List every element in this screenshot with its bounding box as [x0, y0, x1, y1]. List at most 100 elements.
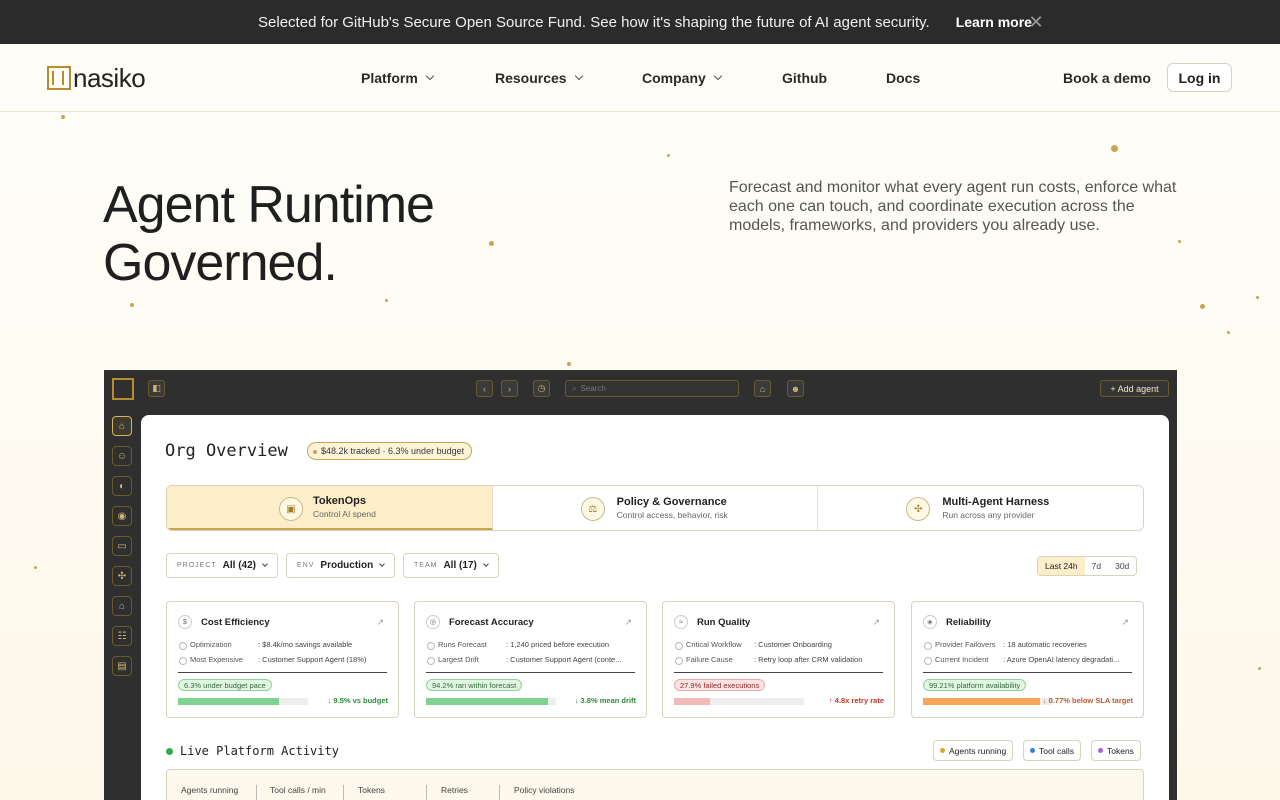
status-badge: 99.21% platform availability — [923, 679, 1027, 691]
back-icon[interactable]: ‹ — [476, 380, 493, 397]
sidebar-bank-icon[interactable]: ⌂ — [112, 596, 132, 616]
row-key: Provider Failovers — [923, 640, 1003, 650]
metric-label: Tool calls / min — [270, 785, 326, 795]
row-key: Optimization — [178, 640, 258, 650]
coin-icon: ▣ — [279, 497, 303, 521]
status-badge: 27.9% failed executions — [674, 679, 766, 691]
divider — [343, 785, 344, 800]
delta-value: ↑ 4.8x retry rate — [828, 696, 884, 705]
app-search-input[interactable]: ⌕ Search — [565, 380, 739, 397]
tab-tokenops[interactable]: ▣ TokenOps Control AI spend — [167, 486, 493, 530]
divider — [426, 672, 635, 673]
card-run-quality[interactable]: ≈ Run Quality ↗ Critical Workflow: Custo… — [662, 601, 895, 718]
legend-tokens[interactable]: Tokens — [1091, 740, 1141, 761]
row-value: : 18 automatic recoveries — [1003, 640, 1087, 649]
card-row: Provider Failovers: 18 automatic recover… — [923, 640, 1133, 650]
nav-item-github[interactable]: Github — [782, 70, 827, 86]
range-option[interactable]: 30d — [1108, 557, 1136, 575]
card-row: Runs Forecast: 1,240 priced before execu… — [426, 640, 636, 650]
sidebar-brain-icon[interactable]: ◐ — [112, 476, 132, 496]
status-badge: 6.3% under budget pace — [178, 679, 272, 691]
logo[interactable]: nasiko — [47, 65, 146, 91]
card-row: Largest Drift: Customer Support Agent (c… — [426, 655, 636, 665]
legend-label: Tool calls — [1039, 745, 1074, 756]
row-value: : $8.4k/mo savings available — [258, 640, 353, 649]
row-value: : Customer Onboarding — [754, 640, 832, 649]
sidebar-users-icon[interactable]: ☷ — [112, 626, 132, 646]
range-option[interactable]: 7d — [1085, 557, 1108, 575]
close-icon[interactable]: ✕ — [1028, 12, 1044, 32]
card-title: Cost Efficiency — [201, 617, 270, 628]
history-icon[interactable]: ◷ — [533, 380, 550, 397]
filter-project[interactable]: Project All (42) — [166, 553, 279, 578]
search-placeholder: Search — [580, 384, 606, 393]
delta-value: ↓ 3.8% mean drift — [574, 696, 636, 705]
tab-policy-governance[interactable]: ⚖ Policy & Governance Control access, be… — [493, 486, 819, 530]
announcement-bar: Selected for GitHub's Secure Open Source… — [0, 0, 1280, 44]
decor-dot — [1256, 296, 1259, 299]
sidebar-server-icon[interactable]: ▤ — [112, 656, 132, 676]
hero-title-line: Governed. — [103, 234, 338, 292]
legend-agents-running[interactable]: Agents running — [933, 740, 1014, 761]
legend-tool-calls[interactable]: Tool calls — [1023, 740, 1081, 761]
card-row: Most Expensive: Customer Support Agent (… — [178, 655, 388, 665]
sidebar-chat-icon[interactable]: ▭ — [112, 536, 132, 556]
legend-label: Tokens — [1107, 745, 1134, 756]
external-link-icon[interactable]: ↗ — [1121, 617, 1129, 628]
external-link-icon[interactable]: ↗ — [872, 617, 880, 628]
book-demo-link[interactable]: Book a demo — [1063, 70, 1151, 86]
sidebar-eye-icon[interactable]: ◉ — [112, 506, 132, 526]
row-value: : Retry loop after CRM validation — [754, 655, 863, 664]
chevron-down-icon — [713, 71, 723, 81]
add-agent-button[interactable]: + Add agent — [1100, 380, 1169, 397]
delta-value: ↓ 9.5% vs budget — [327, 696, 388, 705]
hero-subtitle: Forecast and monitor what every agent ru… — [729, 179, 1177, 234]
sidebar-agent-icon[interactable]: ☺ — [112, 446, 132, 466]
filter-env[interactable]: Env Production — [286, 553, 396, 578]
learn-more-link[interactable]: Learn more — [956, 14, 1032, 30]
nav-item-resources[interactable]: Resources — [495, 70, 583, 86]
legend-label: Agents running — [949, 745, 1007, 756]
forward-icon[interactable]: › — [501, 380, 518, 397]
card-cost-efficiency[interactable]: $ Cost Efficiency ↗ Optimization: $8.4k/… — [166, 601, 399, 718]
nav-item-platform[interactable]: Platform — [361, 70, 435, 86]
hero-title: Agent Runtime Governed. — [103, 176, 435, 292]
tab-desc: Control access, behavior, risk — [616, 510, 728, 520]
card-forecast-accuracy[interactable]: ◎ Forecast Accuracy ↗ Runs Forecast: 1,2… — [414, 601, 647, 718]
sidebar-home-icon[interactable]: ⌂ — [112, 416, 132, 436]
filter-key: Project — [177, 562, 217, 569]
target-icon: ◎ — [426, 615, 440, 629]
tab-multi-agent-harness[interactable]: ✣ Multi-Agent Harness Run across any pro… — [818, 486, 1143, 530]
row-key: Most Expensive — [178, 655, 258, 665]
progress-bar — [923, 698, 1053, 705]
sidebar-toggle-icon[interactable]: ◧ — [148, 380, 165, 397]
row-key: Critical Workflow — [674, 640, 754, 650]
nav-item-docs[interactable]: Docs — [886, 70, 920, 86]
decor-dot — [567, 362, 571, 366]
graph-icon: ≈ — [674, 615, 688, 629]
puzzle-icon: ✣ — [906, 497, 931, 521]
login-button[interactable]: Log in — [1167, 63, 1232, 92]
home-icon[interactable]: ⌂ — [754, 380, 771, 397]
robot-icon[interactable]: ☻ — [787, 380, 804, 397]
nav-label: Resources — [495, 70, 567, 86]
row-key: Runs Forecast — [426, 640, 506, 650]
filter-team[interactable]: Team All (17) — [403, 553, 499, 578]
decor-dot — [1258, 667, 1261, 670]
page-title: Org Overview — [165, 441, 288, 461]
nav-label: Platform — [361, 70, 418, 86]
metric-label: Agents running — [181, 785, 239, 795]
chevron-down-icon — [482, 560, 489, 567]
nav-item-company[interactable]: Company — [642, 70, 723, 86]
external-link-icon[interactable]: ↗ — [624, 617, 632, 628]
external-link-icon[interactable]: ↗ — [376, 617, 384, 628]
delta-value: ↓ 0.77% below SLA target — [1042, 696, 1133, 705]
filter-value: Production — [320, 560, 374, 571]
card-reliability[interactable]: ◈ Reliability ↗ Provider Failovers: 18 a… — [911, 601, 1144, 718]
status-badge: 94.2% ran within forecast — [426, 679, 523, 691]
sidebar-puzzle-icon[interactable]: ✣ — [112, 566, 132, 586]
nav-label: Docs — [886, 70, 921, 86]
decor-dot — [130, 303, 134, 307]
range-option[interactable]: Last 24h — [1038, 557, 1085, 575]
progress-fill — [674, 698, 711, 705]
